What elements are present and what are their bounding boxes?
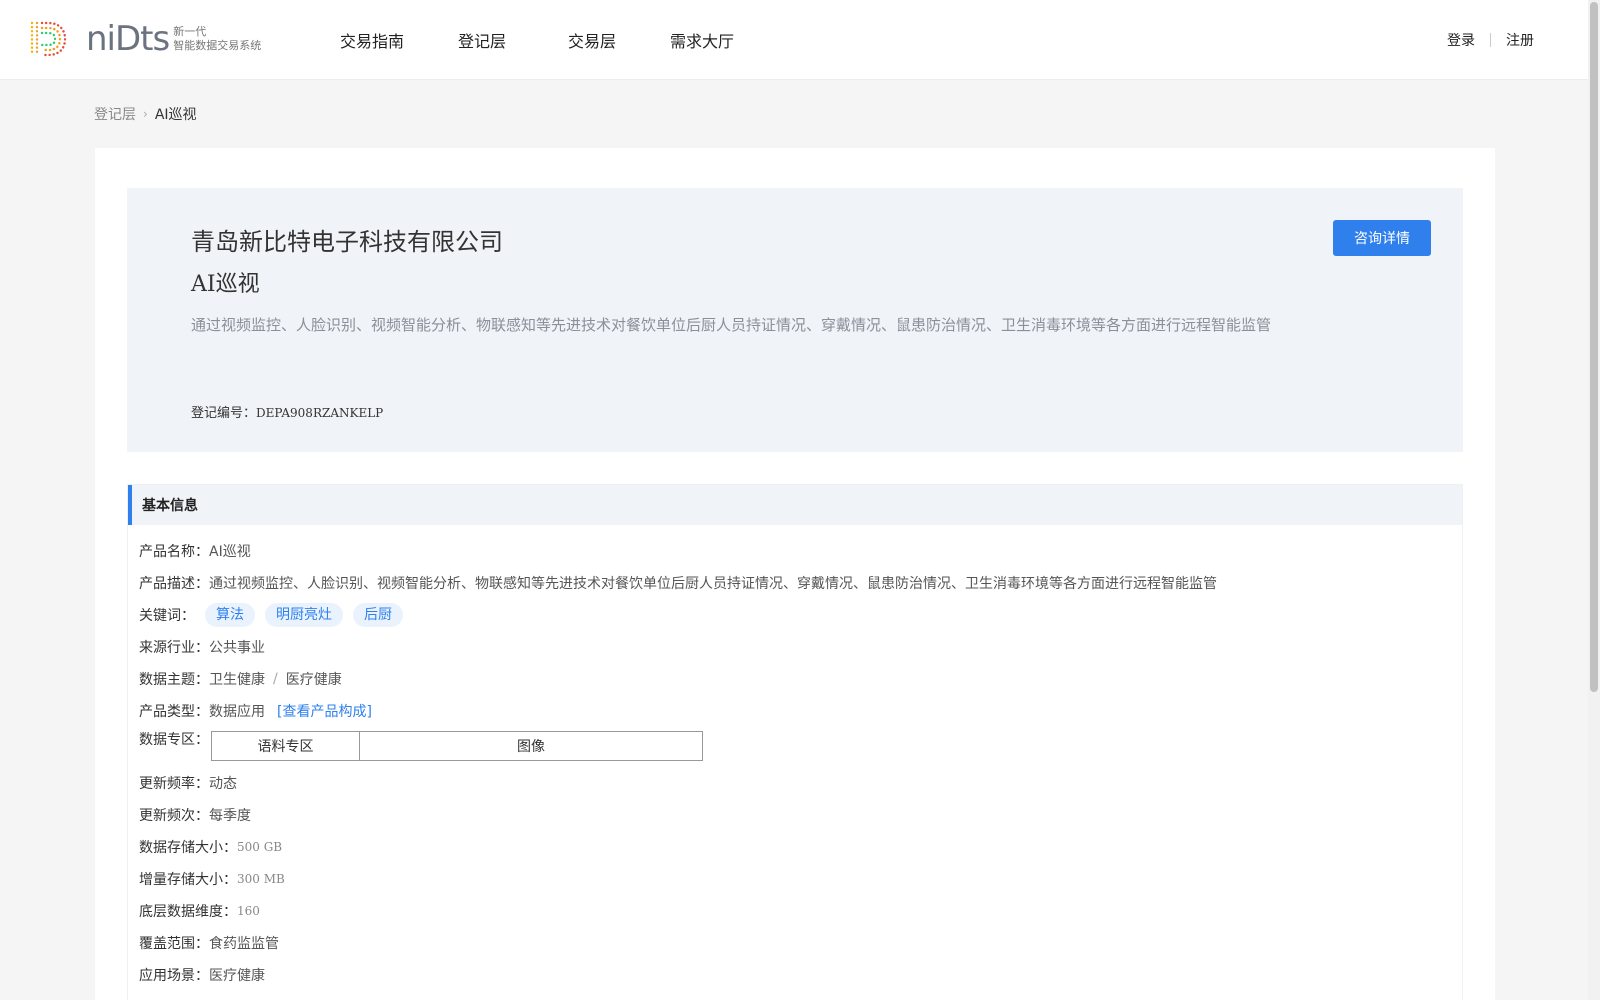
info-label: 更新频率： (139, 776, 209, 792)
nav-item-demand-hall[interactable]: 需求大厅 (670, 28, 734, 52)
keyword-tag[interactable]: 明厨亮灶 (265, 603, 343, 627)
info-label: 产品类型： (139, 704, 209, 720)
page-scrollbar[interactable] (1588, 0, 1600, 1000)
data-zone-table: 语料专区 图像 (211, 731, 703, 761)
info-value: 每季度 (209, 808, 251, 824)
info-row-product-type: 产品类型： 数据应用 [查看产品构成] (139, 695, 1462, 727)
info-label: 应用场景： (139, 968, 209, 984)
info-label: 产品描述： (139, 576, 209, 592)
topic-separator: / (273, 671, 278, 687)
breadcrumb-current: AI巡视 (154, 107, 197, 123)
registration-number: 登记编号：DEPA908RZANKELP (191, 402, 383, 421)
info-row-product-name: 产品名称： AI巡视 (139, 535, 1462, 567)
auth-divider (1490, 33, 1491, 47)
info-value: 动态 (209, 776, 237, 792)
product-hero: 青岛新比特电子科技有限公司 AI巡视 通过视频监控、人脸识别、视频智能分析、物联… (127, 188, 1463, 452)
register-link[interactable]: 注册 (1506, 30, 1534, 50)
registration-value: DEPA908RZANKELP (256, 406, 384, 420)
info-label: 关键词： (139, 608, 195, 624)
data-zone-cell: 语料专区 (212, 732, 360, 760)
nav-item-guide[interactable]: 交易指南 (340, 28, 404, 52)
nav-item-registry[interactable]: 登记层 (458, 28, 506, 52)
info-row-data-zone: 数据专区： 语料专区 图像 (139, 727, 1462, 767)
logo-subtitle-line1: 新一代 (173, 25, 207, 38)
breadcrumb-root[interactable]: 登记层 (94, 104, 136, 124)
info-row-storage-size: 数据存储大小： 500 GB (139, 831, 1462, 863)
auth-links: 登录 注册 (1447, 30, 1534, 50)
company-name: 青岛新比特电子科技有限公司 (191, 228, 503, 256)
info-value: 通过视频监控、人脸识别、视频智能分析、物联感知等先进技术对餐饮单位后厨人员持证情… (209, 576, 1217, 592)
info-label: 产品名称： (139, 544, 209, 560)
info-value: 卫生健康 (209, 672, 265, 688)
info-row-industry: 来源行业： 公共事业 (139, 631, 1462, 663)
info-row-scenario: 应用场景： 医疗健康 (139, 959, 1462, 991)
logo-wordmark: niDts (86, 19, 170, 59)
info-label: 数据主题： (139, 672, 209, 688)
info-row-coverage: 覆盖范围： 食药监监管 (139, 927, 1462, 959)
info-label: 更新频次： (139, 808, 209, 824)
main-nav: 交易指南 登记层 交易层 需求大厅 (340, 28, 734, 52)
logo-subtitle: 新一代 智能数据交易系统 (173, 25, 261, 53)
info-label: 底层数据维度： (139, 904, 237, 920)
keyword-tag[interactable]: 算法 (205, 603, 255, 627)
info-row-data-dimension: 底层数据维度： 160 (139, 895, 1462, 927)
info-value: 医疗健康 (209, 968, 265, 984)
basic-info-section: 基本信息 产品名称： AI巡视 产品描述： 通过视频监控、人脸识别、视频智能分析… (127, 484, 1463, 1000)
nav-item-trading[interactable]: 交易层 (568, 28, 616, 52)
view-composition-link[interactable]: [查看产品构成] (277, 701, 372, 721)
info-row-incremental-storage: 增量存储大小： 300 MB (139, 863, 1462, 895)
data-zone-cell: 图像 (517, 739, 545, 755)
info-value: 500 GB (237, 840, 283, 854)
breadcrumb: 登记层 › AI巡视 (94, 104, 197, 124)
info-label: 增量存储大小： (139, 872, 237, 888)
info-value: 数据应用 (209, 704, 265, 720)
info-label: 数据专区： (139, 732, 209, 748)
info-value: 医疗健康 (285, 672, 342, 688)
top-header: niDts 新一代 智能数据交易系统 交易指南 登记层 交易层 需求大厅 登录 … (0, 0, 1588, 80)
chevron-right-icon: › (143, 107, 148, 121)
info-row-update-frequency: 更新频次： 每季度 (139, 799, 1462, 831)
info-label: 来源行业： (139, 640, 209, 656)
logo-subtitle-line2: 智能数据交易系统 (173, 39, 262, 52)
section-title: 基本信息 (128, 485, 1462, 525)
scrollbar-thumb[interactable] (1590, 2, 1598, 692)
keyword-tag[interactable]: 后厨 (353, 603, 403, 627)
info-value: 300 MB (237, 872, 285, 886)
consult-details-button[interactable]: 咨询详情 (1333, 220, 1431, 256)
site-logo[interactable]: niDts 新一代 智能数据交易系统 (28, 20, 261, 58)
info-value: 160 (237, 904, 260, 918)
product-detail-card: 青岛新比特电子科技有限公司 AI巡视 通过视频监控、人脸识别、视频智能分析、物联… (95, 148, 1495, 1000)
info-label: 覆盖范围： (139, 936, 209, 952)
info-value: 公共事业 (209, 640, 265, 656)
product-title: AI巡视 (191, 272, 260, 297)
info-row-update-rate: 更新频率： 动态 (139, 767, 1462, 799)
info-value: 食药监监管 (209, 936, 279, 952)
product-summary: 通过视频监控、人脸识别、视频智能分析、物联感知等先进技术对餐饮单位后厨人员持证情… (191, 316, 1272, 334)
registration-label: 登记编号： (191, 406, 257, 421)
info-row-keywords: 关键词： 算法 明厨亮灶 后厨 (139, 599, 1462, 631)
logo-d-icon (30, 21, 67, 57)
info-value: AI巡视 (209, 544, 251, 560)
info-row-topic: 数据主题： 卫生健康 / 医疗健康 (139, 663, 1462, 695)
info-label: 数据存储大小： (139, 840, 237, 856)
info-row-product-desc: 产品描述： 通过视频监控、人脸识别、视频智能分析、物联感知等先进技术对餐饮单位后… (139, 567, 1462, 599)
login-link[interactable]: 登录 (1447, 30, 1475, 50)
keyword-tags: 算法 明厨亮灶 后厨 (205, 603, 413, 627)
